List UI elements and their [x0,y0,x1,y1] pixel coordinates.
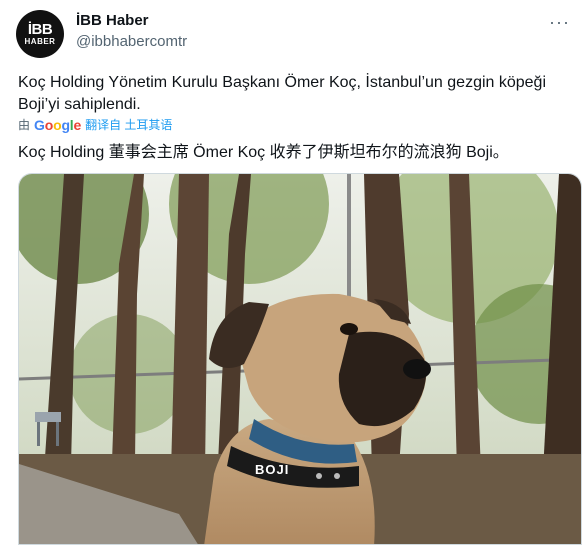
translation-by-label: 由 [18,118,31,132]
author-names: İBB Haber @ibbhabercomtr [76,12,187,50]
translation-attribution: 由 Google 翻译自 土耳其语 [18,116,172,133]
google-logo: Google [34,116,82,133]
tweet-photo[interactable]: BOJI [18,173,582,545]
avatar[interactable]: İBB HABER [16,10,64,58]
author-handle[interactable]: @ibbhabercomtr [76,33,187,50]
dog-photo: BOJI [19,174,581,544]
tweet-header: İBB HABER İBB Haber @ibbhabercomtr ··· [16,8,576,60]
tweet-text: Koç Holding Yönetim Kurulu Başkanı Ömer … [18,74,547,113]
collar-text: BOJI [255,462,289,477]
more-options-icon[interactable]: ··· [549,12,570,33]
avatar-text-line2: HABER [24,37,56,46]
translated-text: Koç Holding 董事会主席 Ömer Koç 收养了伊斯坦布尔的流浪狗 … [18,144,509,161]
avatar-text-line1: İBB [27,21,53,38]
author-display-name[interactable]: İBB Haber [76,12,187,29]
translated-from-link[interactable]: 翻译自 土耳其语 [85,116,172,133]
